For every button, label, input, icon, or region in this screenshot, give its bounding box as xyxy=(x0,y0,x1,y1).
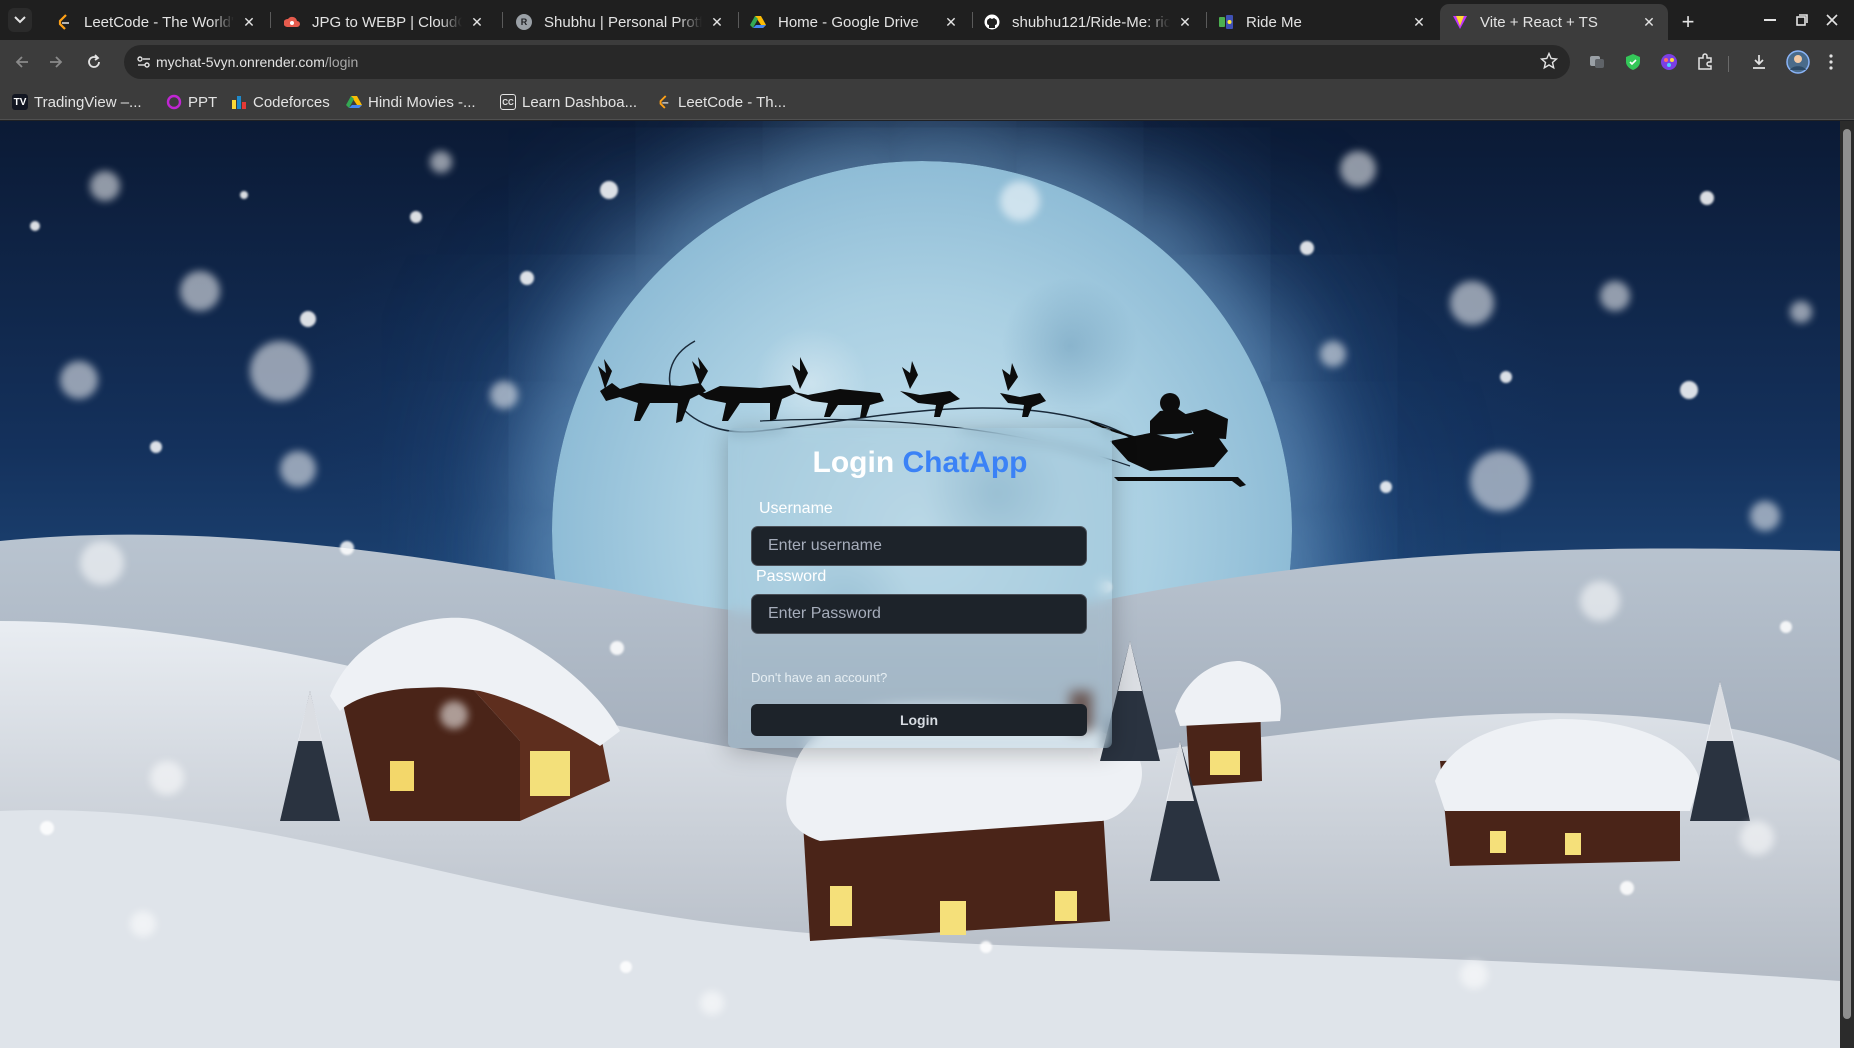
minimize-icon[interactable] xyxy=(1756,8,1784,32)
cloudconvert-favicon xyxy=(284,14,300,30)
close-icon[interactable]: ✕ xyxy=(1176,13,1194,31)
google-drive-icon xyxy=(346,94,362,110)
browser-toolbar: mychat-5vyn.onrender.com/login xyxy=(0,40,1854,84)
close-icon[interactable]: ✕ xyxy=(1640,13,1658,31)
tradingview-icon: TV xyxy=(12,94,28,110)
bookmark-codeforces[interactable]: Codeforces xyxy=(231,92,330,112)
scrollbar-thumb[interactable] xyxy=(1843,129,1851,1019)
bookmarks-bar: TV TradingView –... PPT Codeforces Hindi… xyxy=(0,84,1854,120)
restore-icon[interactable] xyxy=(1788,8,1816,32)
new-tab-button[interactable]: + xyxy=(1674,8,1702,36)
avatar[interactable] xyxy=(1786,50,1810,74)
close-icon[interactable]: ✕ xyxy=(1410,13,1428,31)
cc-icon: CC xyxy=(500,94,516,110)
tab-leetcode[interactable]: LeetCode - The World's ✕ xyxy=(44,4,268,40)
menu-kebab-icon[interactable] xyxy=(1822,53,1840,71)
portfolio-favicon: R xyxy=(516,14,532,30)
bookmark-hindi-movies[interactable]: Hindi Movies -... xyxy=(346,92,476,112)
tab-strip: LeetCode - The World's ✕ JPG to WEBP | C… xyxy=(0,0,1854,40)
tab-search-button[interactable] xyxy=(8,8,32,32)
github-favicon xyxy=(984,14,1000,30)
password-label: Password xyxy=(756,568,827,585)
extension-shield-icon[interactable] xyxy=(1624,53,1642,71)
url-host: mychat-5vyn.onrender.com xyxy=(156,54,325,70)
tab-portfolio[interactable]: R Shubhu | Personal Protfo ✕ xyxy=(504,4,736,40)
close-window-icon[interactable] xyxy=(1818,8,1846,32)
tab-vite-app[interactable]: Vite + React + TS ✕ xyxy=(1440,4,1668,40)
bookmark-label: PPT xyxy=(188,93,218,111)
vite-favicon xyxy=(1452,14,1468,30)
bookmark-leetcode[interactable]: LeetCode - Th... xyxy=(656,92,786,112)
extension-color-icon[interactable] xyxy=(1660,53,1678,71)
username-label: Username xyxy=(759,500,833,517)
bookmark-label: Codeforces xyxy=(253,93,330,111)
signup-link[interactable]: Don't have an account? xyxy=(751,670,887,685)
page-title: Login ChatApp xyxy=(728,446,1112,480)
close-icon[interactable]: ✕ xyxy=(708,13,726,31)
tab-cloudconvert[interactable]: JPG to WEBP | CloudCon ✕ xyxy=(272,4,496,40)
bookmark-label: Learn Dashboa... xyxy=(522,93,638,111)
tab-title: LeetCode - The World's xyxy=(84,13,234,31)
tab-title: Vite + React + TS xyxy=(1480,13,1598,31)
login-card: Login ChatApp Username Password Don't ha… xyxy=(728,428,1112,748)
tab-title: JPG to WEBP | CloudCon xyxy=(312,13,462,31)
tab-google-drive[interactable]: Home - Google Drive ✕ xyxy=(738,4,970,40)
tab-title: Ride Me xyxy=(1246,13,1302,31)
bookmark-tradingview[interactable]: TV TradingView –... xyxy=(12,92,142,112)
tab-ride-me[interactable]: Ride Me ✕ xyxy=(1206,4,1438,40)
bookmark-label: LeetCode - Th... xyxy=(678,93,787,111)
address-bar[interactable]: mychat-5vyn.onrender.com/login xyxy=(124,45,1570,79)
bookmark-star-icon[interactable] xyxy=(1539,51,1559,75)
leetcode-favicon xyxy=(56,14,72,30)
tab-divider xyxy=(270,12,271,28)
toolbar-divider xyxy=(1728,56,1729,72)
close-icon[interactable]: ✕ xyxy=(240,13,258,31)
google-drive-favicon xyxy=(750,14,766,30)
download-icon[interactable] xyxy=(1750,53,1768,71)
ride-me-favicon xyxy=(1218,14,1234,30)
username-input[interactable] xyxy=(751,526,1087,566)
page-viewport: Login ChatApp Username Password Don't ha… xyxy=(0,121,1840,1048)
bookmark-ppt[interactable]: PPT xyxy=(166,92,217,112)
close-icon[interactable]: ✕ xyxy=(942,13,960,31)
login-button[interactable]: Login xyxy=(751,704,1087,736)
ppt-icon xyxy=(166,94,182,110)
codeforces-icon xyxy=(231,94,247,110)
title-app-name: ChatApp xyxy=(902,446,1028,479)
reload-icon[interactable] xyxy=(80,48,108,76)
url-text: mychat-5vyn.onrender.com/login xyxy=(156,54,358,70)
password-input[interactable] xyxy=(751,594,1087,634)
bookmark-learn-dashboard[interactable]: CC Learn Dashboa... xyxy=(500,92,637,112)
leetcode-icon xyxy=(656,94,672,110)
chevron-down-icon xyxy=(14,16,26,24)
page-scrollbar[interactable] xyxy=(1840,121,1854,1048)
close-icon[interactable]: ✕ xyxy=(468,13,486,31)
extensions-puzzle-icon[interactable] xyxy=(1696,53,1714,71)
tab-divider xyxy=(502,12,503,28)
title-login: Login xyxy=(812,446,895,479)
tab-title: Home - Google Drive xyxy=(778,13,919,31)
extension-translate-icon[interactable] xyxy=(1588,53,1606,71)
tab-title: Shubhu | Personal Protfo xyxy=(544,13,702,31)
tab-github[interactable]: shubhu121/Ride-Me: rid ✕ xyxy=(972,4,1204,40)
forward-arrow-icon[interactable] xyxy=(42,48,70,76)
site-info-icon[interactable] xyxy=(136,54,152,75)
bookmark-label: TradingView –... xyxy=(34,93,142,111)
url-path: /login xyxy=(324,54,359,70)
tab-title: shubhu121/Ride-Me: rid xyxy=(1012,13,1170,31)
back-arrow-icon[interactable] xyxy=(8,48,36,76)
bookmark-label: Hindi Movies -... xyxy=(368,93,476,111)
